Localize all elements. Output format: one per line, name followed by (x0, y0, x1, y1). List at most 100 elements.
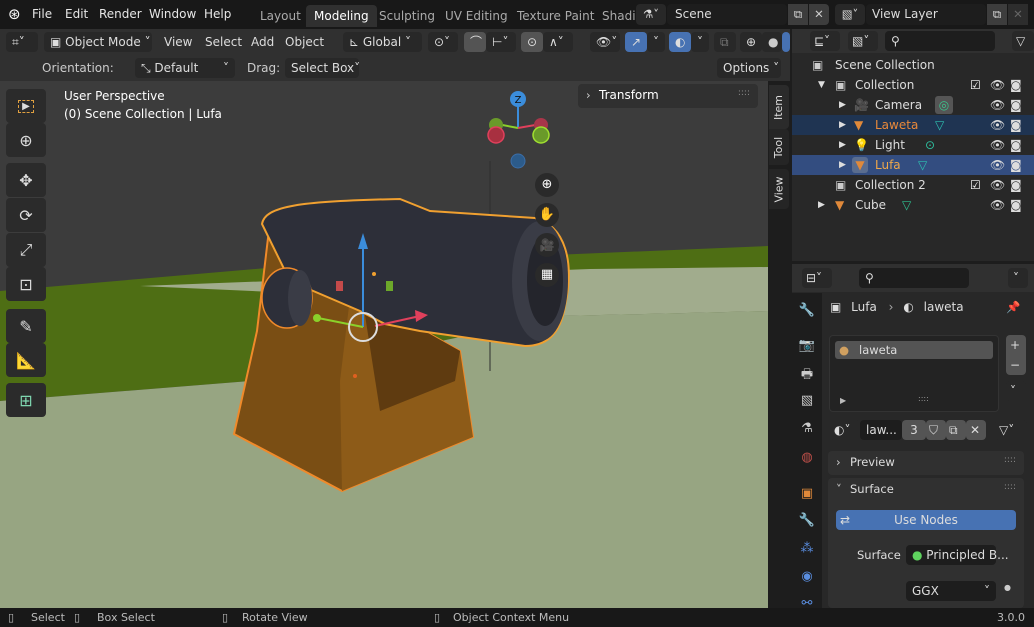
eye-icon[interactable]: 👁 (990, 95, 1005, 115)
add-cube-tool[interactable]: ⊞ (6, 383, 46, 417)
material-slot-item[interactable]: ● laweta (835, 341, 993, 359)
physics-tab-icon[interactable]: ◉ (797, 569, 817, 589)
mode-selector[interactable]: ▣ Object Mode ˅ (44, 32, 152, 52)
overlay-toggle-icon[interactable]: ◐ (669, 32, 691, 52)
particles-tab-icon[interactable]: ⁂ (797, 541, 817, 561)
visibility-icon[interactable]: 👁˅ (590, 32, 620, 52)
scene-name-field[interactable]: Scene (667, 4, 787, 25)
output-tab-icon[interactable]: 🖶 (797, 365, 817, 385)
surface-shader-field[interactable]: ● Principled B... (906, 545, 1009, 565)
zoom-icon[interactable]: ⊕ (535, 173, 559, 197)
outliner-item-cube[interactable]: ▶ ▼ Cube ▽ 👁 ◙ (792, 195, 1034, 215)
new-scene-icon[interactable]: ⧉ (788, 4, 808, 25)
outliner-item-camera[interactable]: ▶ 🎥 Camera ◎ 👁 ◙ (792, 95, 1034, 115)
remove-slot-button[interactable]: − (1006, 355, 1026, 375)
drag-dropdown[interactable]: Select Box˅ (285, 58, 360, 78)
orientation-dropdown[interactable]: ⤡ Default ˅ (135, 58, 235, 78)
transform-panel[interactable]: › Transform :::: (578, 84, 758, 108)
chevron-down-icon[interactable]: ˅ (836, 482, 842, 496)
fake-user-icon[interactable]: ⛉ (926, 420, 946, 440)
tab-uv-editing[interactable]: UV Editing (437, 5, 516, 27)
outliner-item-collection-2[interactable]: ▣ Collection 2 ☑ 👁 ◙ (792, 175, 1034, 195)
distribution-dropdown[interactable]: GGX ˅ (906, 581, 996, 601)
link-mode-icon[interactable]: ▽˅ (995, 420, 1027, 440)
options-dropdown[interactable]: Options ˅ (717, 58, 781, 78)
checkbox-icon[interactable]: ☑ (970, 75, 981, 95)
tab-item[interactable]: Item (769, 85, 789, 129)
drag-handle-icon[interactable]: :::: (1004, 482, 1016, 492)
material-shading-icon[interactable] (782, 32, 790, 52)
camera-render-icon[interactable]: ◙ (1010, 75, 1022, 95)
outliner-item-laweta[interactable]: ▶ ▼ Laweta ▽ 👁 ◙ (792, 115, 1034, 135)
add-slot-button[interactable]: + (1006, 335, 1026, 355)
proportional-falloff-icon[interactable]: ∧˅ (543, 32, 573, 52)
pin-icon[interactable]: 📌 (1006, 300, 1020, 314)
eye-icon[interactable]: 👁 (990, 115, 1005, 135)
world-tab-icon[interactable]: ◍ (797, 450, 817, 470)
camera-render-icon[interactable]: ◙ (1010, 135, 1022, 155)
menu-file[interactable]: File (32, 7, 52, 21)
eye-icon[interactable]: 👁 (990, 195, 1005, 215)
tab-layout[interactable]: Layout (252, 5, 309, 27)
wireframe-shading-icon[interactable]: ⊕ (740, 32, 762, 52)
move-tool[interactable]: ✥ (6, 163, 46, 197)
menu-edit[interactable]: Edit (65, 7, 88, 21)
pivot-point-icon[interactable]: ⊙˅ (428, 32, 458, 52)
expand-right-icon[interactable]: ▶ (840, 396, 846, 405)
view-layer-field[interactable]: View Layer (866, 4, 986, 25)
menu-help[interactable]: Help (204, 7, 231, 21)
overlay-dropdown-icon[interactable]: ˅ (691, 32, 709, 52)
camera-render-icon[interactable]: ◙ (1010, 95, 1022, 115)
delete-scene-icon[interactable]: ✕ (809, 4, 829, 25)
outliner-scene-collection[interactable]: ▣ Scene Collection (792, 55, 1034, 75)
eye-icon[interactable]: 👁 (990, 75, 1005, 95)
expand-right-icon[interactable]: ▶ (839, 155, 846, 175)
tab-view[interactable]: View (769, 169, 789, 209)
camera-data-icon[interactable]: ◎ (935, 96, 953, 114)
filter-funnel-icon[interactable]: ▽ (1012, 31, 1034, 51)
tab-sculpting[interactable]: Sculpting (371, 5, 443, 27)
camera-render-icon[interactable]: ◙ (1010, 155, 1022, 175)
menu-view[interactable]: View (164, 32, 192, 52)
outliner-item-collection[interactable]: ▼ ▣ Collection ☑ 👁 ◙ (792, 75, 1034, 95)
expand-right-icon[interactable]: ▶ (839, 135, 846, 155)
select-box-tool[interactable]: ▶ (6, 89, 46, 123)
editor-type-icon[interactable]: ⊟˅ (802, 268, 832, 288)
camera-render-icon[interactable]: ◙ (1010, 175, 1022, 195)
delete-view-layer-icon[interactable]: ✕ (1008, 4, 1028, 25)
material-name-field[interactable]: law... (860, 420, 902, 440)
tab-texture-paint[interactable]: Texture Paint (509, 5, 602, 27)
tab-modeling[interactable]: Modeling (306, 5, 377, 27)
expand-right-icon[interactable]: ▶ (818, 195, 825, 215)
snap-toggle-icon[interactable]: ⌒ (464, 32, 486, 52)
3d-viewport[interactable]: Z User Perspective (0) Scene Collection … (0, 81, 768, 608)
keyframe-dot-icon[interactable]: ● (1004, 583, 1011, 592)
outliner-item-light[interactable]: ▶ 💡 Light ⊙ 👁 ◙ (792, 135, 1034, 155)
display-mode-icon[interactable]: ⊑˅ (810, 31, 840, 51)
tool-tab-icon[interactable]: 🔧 (797, 303, 817, 323)
rotate-tool[interactable]: ⟳ (6, 198, 46, 232)
menu-add[interactable]: Add (251, 32, 274, 52)
options-dropdown-icon[interactable]: ˅ (1008, 268, 1028, 288)
outliner-search-input[interactable]: ⚲ (885, 31, 995, 51)
expand-right-icon[interactable]: ▶ (839, 115, 846, 135)
eye-icon[interactable]: 👁 (990, 135, 1005, 155)
scene-tab-icon[interactable]: ⚗ (797, 421, 817, 441)
mesh-data-icon[interactable]: ▽ (902, 195, 911, 215)
expand-down-icon[interactable]: ▼ (818, 75, 825, 95)
material-slot-list[interactable]: ● laweta ▶ :::: (829, 335, 999, 412)
scale-tool[interactable]: ⤢ (6, 233, 46, 267)
modifier-tab-icon[interactable]: 🔧 (797, 513, 817, 533)
camera-render-icon[interactable]: ◙ (1010, 195, 1022, 215)
browse-material-icon[interactable]: ◐˅ (830, 420, 860, 440)
object-tab-icon[interactable]: ▣ (797, 486, 817, 506)
mesh-data-icon[interactable]: ▽ (918, 155, 927, 175)
blender-logo-icon[interactable]: ⊛ (8, 6, 24, 22)
menu-render[interactable]: Render (99, 7, 142, 21)
snap-target-icon[interactable]: ⊢˅ (486, 32, 516, 52)
duplicate-material-icon[interactable]: ⧉ (946, 420, 966, 440)
measure-tool[interactable]: 📐 (6, 343, 46, 377)
render-tab-icon[interactable]: 📷 (797, 338, 817, 358)
drag-handle-icon[interactable]: :::: (738, 88, 750, 98)
checkbox-icon[interactable]: ☑ (970, 175, 981, 195)
